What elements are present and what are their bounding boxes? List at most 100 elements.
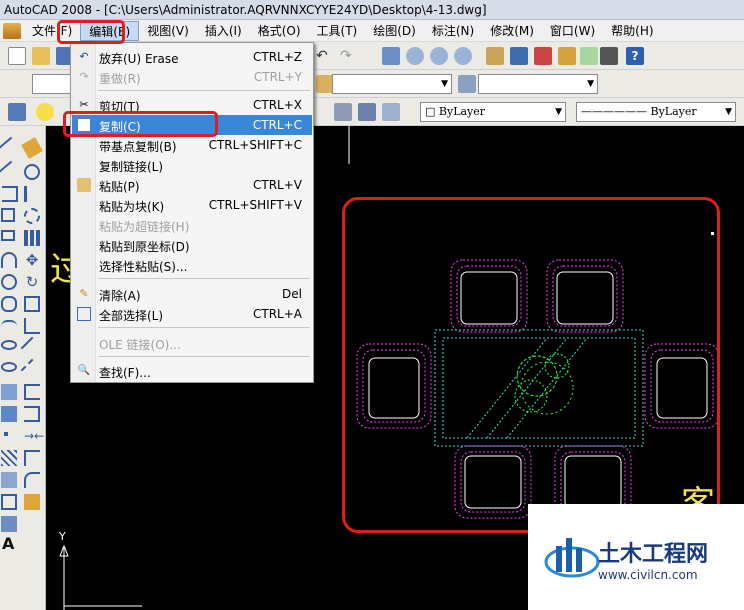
menu-window[interactable]: 窗口(W): [542, 21, 603, 41]
multiline-text-icon[interactable]: A: [2, 536, 18, 552]
properties-icon[interactable]: [486, 47, 504, 65]
redo-toolbar-icon[interactable]: ↷: [340, 47, 358, 65]
fillet-icon[interactable]: [24, 472, 40, 488]
join-icon[interactable]: →←: [24, 428, 44, 444]
watermark-logo-icon: [544, 538, 600, 578]
menu-modify[interactable]: 修改(M): [482, 21, 542, 41]
tool-palettes-icon[interactable]: [534, 47, 552, 65]
explode-icon[interactable]: [24, 494, 40, 510]
edit-menu-dropdown: ↶ 放弃(U) Erase CTRL+Z ↷ 重做(R) CTRL+Y ✂ 剪切…: [70, 42, 314, 383]
grip-marker: [711, 232, 714, 235]
layer-previous-icon[interactable]: [334, 103, 352, 121]
zoom-realtime-icon[interactable]: [406, 47, 424, 65]
find-icon: 🔍: [77, 365, 91, 376]
new-file-icon[interactable]: [8, 47, 26, 65]
menu-edit[interactable]: 编辑(E): [80, 20, 140, 41]
workspace-combo[interactable]: [32, 74, 72, 94]
menu-insert[interactable]: 插入(I): [197, 21, 250, 41]
trim-icon[interactable]: [20, 336, 44, 360]
zoom-window-icon[interactable]: [430, 47, 448, 65]
open-file-icon[interactable]: [32, 47, 50, 65]
menu-item-undo[interactable]: ↶ 放弃(U) Erase CTRL+Z: [72, 47, 312, 67]
design-center-icon[interactable]: [510, 47, 528, 65]
copy-object-icon[interactable]: [24, 164, 40, 180]
menu-item-select-all[interactable]: 全部选择(L) CTRL+A: [72, 304, 312, 324]
menu-tools[interactable]: 工具(T): [309, 21, 366, 41]
app-icon[interactable]: [3, 22, 21, 39]
menu-item-paste-to-original[interactable]: 粘贴到原坐标(D): [72, 235, 312, 255]
menu-draw[interactable]: 绘图(D): [365, 21, 424, 41]
linetype-combo[interactable]: —————— ByLayer ▼: [576, 102, 736, 122]
rectangle-icon[interactable]: [1, 230, 15, 241]
chamfer-icon[interactable]: [24, 450, 40, 466]
rotate-icon[interactable]: ↻: [24, 274, 40, 290]
arc-icon[interactable]: [1, 252, 17, 268]
gradient-icon[interactable]: [1, 472, 17, 488]
menu-view[interactable]: 视图(V): [139, 21, 197, 41]
menu-separator: [98, 90, 310, 91]
undo-toolbar-icon[interactable]: ↶: [316, 47, 334, 65]
move-icon[interactable]: ✥: [24, 252, 40, 268]
menu-item-paste-as-hyperlink[interactable]: 粘贴为超链接(H): [72, 215, 312, 235]
calculator-icon[interactable]: [600, 47, 618, 65]
circle-icon[interactable]: [1, 274, 17, 290]
help-icon[interactable]: ?: [626, 47, 644, 65]
mirror-icon[interactable]: [24, 186, 40, 202]
region-icon[interactable]: [1, 494, 17, 510]
revision-cloud-icon[interactable]: [1, 296, 17, 312]
menu-item-copy[interactable]: 复制(C) CTRL+C: [72, 115, 312, 135]
menu-file[interactable]: 文件(F): [24, 21, 80, 41]
lightbulb-icon[interactable]: [36, 103, 54, 121]
menu-item-paste-as-block[interactable]: 粘贴为块(K) CTRL+SHIFT+V: [72, 195, 312, 215]
menu-item-paste-special[interactable]: 选择性粘贴(S)...: [72, 255, 312, 275]
stretch-icon[interactable]: [24, 318, 40, 334]
menu-separator: [98, 327, 310, 328]
polyline-icon[interactable]: [2, 186, 18, 202]
tablestyle-combo[interactable]: ▼: [478, 74, 598, 94]
dimstyle-combo[interactable]: ▼: [332, 74, 452, 94]
menu-help[interactable]: 帮助(H): [603, 21, 661, 41]
menu-item-cut[interactable]: ✂ 剪切(T) CTRL+X: [72, 95, 312, 115]
break-at-point-icon[interactable]: [24, 384, 40, 400]
menu-item-paste[interactable]: 粘贴(P) CTRL+V: [72, 175, 312, 195]
linetype-combo-value: ByLayer: [650, 105, 697, 118]
array-icon[interactable]: [24, 230, 40, 246]
color-combo[interactable]: □ ByLayer ▼: [420, 102, 566, 122]
ucs-y-label: Y: [59, 530, 66, 543]
scale-icon[interactable]: [24, 296, 40, 312]
chair-seats: [368, 271, 708, 509]
menu-separator: [98, 278, 310, 279]
extend-icon[interactable]: [20, 358, 44, 382]
menu-item-copy-with-basepoint[interactable]: 带基点复制(B) CTRL+SHIFT+C: [72, 135, 312, 155]
menu-item-ole-links[interactable]: OLE 链接(O)...: [72, 333, 312, 353]
menu-item-find[interactable]: 🔍 查找(F)...: [72, 361, 312, 381]
erase-icon[interactable]: [21, 137, 43, 159]
menu-format[interactable]: 格式(O): [250, 21, 309, 41]
ellipse-icon[interactable]: [1, 340, 17, 350]
zoom-previous-icon[interactable]: [454, 47, 472, 65]
tablestyle-icon[interactable]: [458, 75, 476, 93]
hatch-icon[interactable]: [1, 450, 17, 466]
construction-line-icon[interactable]: [0, 160, 22, 184]
color-control-icon[interactable]: [382, 103, 400, 121]
polygon-icon[interactable]: [1, 208, 15, 222]
layer-manager-icon[interactable]: [8, 103, 26, 121]
point-icon[interactable]: [4, 432, 8, 436]
ellipse-arc-icon[interactable]: [1, 362, 17, 372]
menu-item-clear[interactable]: ✎ 清除(A) Del: [72, 284, 312, 304]
offset-icon[interactable]: [24, 208, 40, 224]
insert-block-icon[interactable]: [1, 384, 17, 400]
layer-state-icon[interactable]: [358, 103, 376, 121]
menu-item-redo[interactable]: ↷ 重做(R) CTRL+Y: [72, 67, 312, 87]
table-icon[interactable]: [1, 516, 17, 532]
menu-dimension[interactable]: 标注(N): [424, 21, 482, 41]
menu-item-copy-link[interactable]: 复制链接(L): [72, 155, 312, 175]
markup-icon[interactable]: [580, 47, 598, 65]
make-block-icon[interactable]: [1, 406, 17, 422]
draw-modify-toolbar: A ✥ ↻ →←: [0, 126, 46, 610]
line-icon[interactable]: [0, 136, 22, 160]
spline-icon[interactable]: [1, 320, 17, 336]
pan-icon[interactable]: [382, 47, 400, 65]
sheet-set-icon[interactable]: [558, 47, 576, 65]
break-icon[interactable]: [24, 406, 40, 422]
